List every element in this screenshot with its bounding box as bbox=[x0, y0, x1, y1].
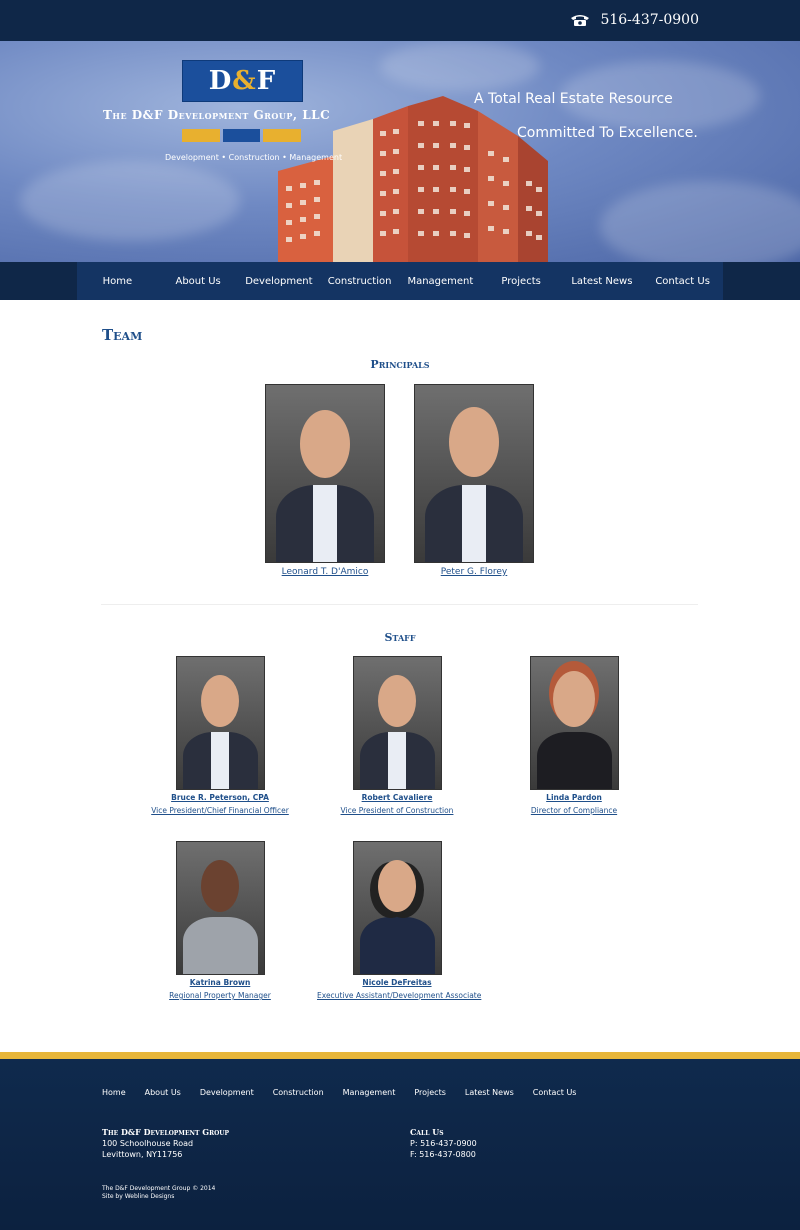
staff-title-link[interactable]: Executive Assistant/Development Associat… bbox=[317, 991, 481, 1000]
staff-photo[interactable] bbox=[175, 841, 265, 975]
section-divider bbox=[101, 604, 698, 605]
main-nav-bar: Home About Us Development Construction M… bbox=[0, 262, 800, 300]
logo[interactable]: D&F bbox=[182, 60, 303, 102]
nav-projects[interactable]: Projects bbox=[481, 262, 562, 300]
principal-photo[interactable] bbox=[414, 384, 534, 563]
footer-nav: Home About Us Development Construction M… bbox=[102, 1088, 576, 1097]
footer-address: The D&F Development Group 100 Schoolhous… bbox=[102, 1127, 229, 1160]
staff-card: Robert Cavaliere Vice President of Const… bbox=[317, 656, 477, 815]
footer-address-line-2: Levittown, NY11756 bbox=[102, 1150, 183, 1159]
slogan-line-2: Committed To Excellence. bbox=[517, 125, 698, 141]
nav-contact-us[interactable]: Contact Us bbox=[642, 262, 723, 300]
staff-card: Bruce R. Peterson, CPA Vice President/Ch… bbox=[140, 656, 300, 815]
principals-heading: Principals bbox=[370, 358, 430, 371]
staff-photo[interactable] bbox=[175, 656, 265, 790]
staff-card: Nicole DeFreitas Executive Assistant/Dev… bbox=[317, 841, 481, 1000]
footer-nav-contact-us[interactable]: Contact Us bbox=[533, 1088, 577, 1097]
staff-title-link[interactable]: Vice President of Construction bbox=[317, 806, 477, 815]
staff-card: Linda Pardon Director of Compliance bbox=[494, 656, 654, 815]
staff-card: Katrina Brown Regional Property Manager bbox=[140, 841, 300, 1000]
staff-photo[interactable] bbox=[352, 841, 442, 975]
footer-company-heading: The D&F Development Group bbox=[102, 1127, 230, 1137]
hero-banner: D&F The D&F Development Group, LLC Devel… bbox=[0, 41, 800, 262]
footer-nav-construction[interactable]: Construction bbox=[273, 1088, 324, 1097]
header-phone-number: 516-437-0900 bbox=[600, 12, 699, 28]
footer: Home About Us Development Construction M… bbox=[0, 1059, 800, 1230]
footer-nav-home[interactable]: Home bbox=[102, 1088, 126, 1097]
principal-name-link[interactable]: Leonard T. D'Amico bbox=[265, 567, 385, 577]
staff-name-link[interactable]: Robert Cavaliere bbox=[317, 793, 477, 802]
footer-copyright: The D&F Development Group © 2014 Site by… bbox=[102, 1185, 215, 1201]
staff-title-link[interactable]: Regional Property Manager bbox=[140, 991, 300, 1000]
page-title: Team bbox=[102, 326, 143, 344]
services-tagline: Development • Construction • Management bbox=[165, 153, 343, 162]
nav-about-us[interactable]: About Us bbox=[158, 262, 239, 300]
telephone-icon bbox=[571, 15, 590, 26]
footer-call-heading: Call Us bbox=[410, 1127, 444, 1137]
slogan-line-1: A Total Real Estate Resource bbox=[474, 91, 673, 107]
staff-photo[interactable] bbox=[352, 656, 442, 790]
footer-nav-projects[interactable]: Projects bbox=[414, 1088, 446, 1097]
logo-stripe bbox=[182, 129, 302, 142]
footer-contact: Call Us P: 516-437-0900 F: 516-437-0800 bbox=[410, 1127, 477, 1160]
staff-title-link[interactable]: Vice President/Chief Financial Officer bbox=[140, 806, 300, 815]
footer-nav-about-us[interactable]: About Us bbox=[145, 1088, 181, 1097]
staff-heading: Staff bbox=[384, 631, 416, 644]
principal-card: Leonard T. D'Amico bbox=[265, 384, 385, 577]
nav-development[interactable]: Development bbox=[239, 262, 320, 300]
staff-name-link[interactable]: Bruce R. Peterson, CPA bbox=[140, 793, 300, 802]
footer-address-line-1: 100 Schoolhouse Road bbox=[102, 1139, 194, 1148]
nav-latest-news[interactable]: Latest News bbox=[562, 262, 643, 300]
logo-mark: D&F bbox=[208, 66, 277, 96]
company-name: The D&F Development Group, LLC bbox=[103, 108, 331, 122]
header-phone[interactable]: 516-437-0900 bbox=[570, 12, 699, 28]
footer-nav-management[interactable]: Management bbox=[343, 1088, 396, 1097]
copyright-text: The D&F Development Group © 2014 bbox=[102, 1185, 216, 1192]
principal-card: Peter G. Florey bbox=[414, 384, 534, 577]
nav-home[interactable]: Home bbox=[77, 262, 158, 300]
footer-fax: F: 516-437-0800 bbox=[410, 1150, 476, 1159]
staff-title-link[interactable]: Director of Compliance bbox=[494, 806, 654, 815]
footer-nav-development[interactable]: Development bbox=[200, 1088, 254, 1097]
footer-accent-line bbox=[0, 1052, 800, 1059]
principal-name-link[interactable]: Peter G. Florey bbox=[414, 567, 534, 577]
staff-name-link[interactable]: Linda Pardon bbox=[494, 793, 654, 802]
main-nav: Home About Us Development Construction M… bbox=[77, 262, 723, 300]
footer-nav-latest-news[interactable]: Latest News bbox=[465, 1088, 514, 1097]
staff-photo[interactable] bbox=[529, 656, 619, 790]
top-bar: 516-437-0900 bbox=[0, 0, 800, 41]
site-credit[interactable]: Site by Webline Designs bbox=[102, 1193, 215, 1201]
staff-name-link[interactable]: Katrina Brown bbox=[140, 978, 300, 987]
nav-construction[interactable]: Construction bbox=[319, 262, 400, 300]
staff-name-link[interactable]: Nicole DeFreitas bbox=[317, 978, 477, 987]
principal-photo[interactable] bbox=[265, 384, 385, 563]
nav-management[interactable]: Management bbox=[400, 262, 481, 300]
footer-phone[interactable]: P: 516-437-0900 bbox=[410, 1138, 477, 1149]
